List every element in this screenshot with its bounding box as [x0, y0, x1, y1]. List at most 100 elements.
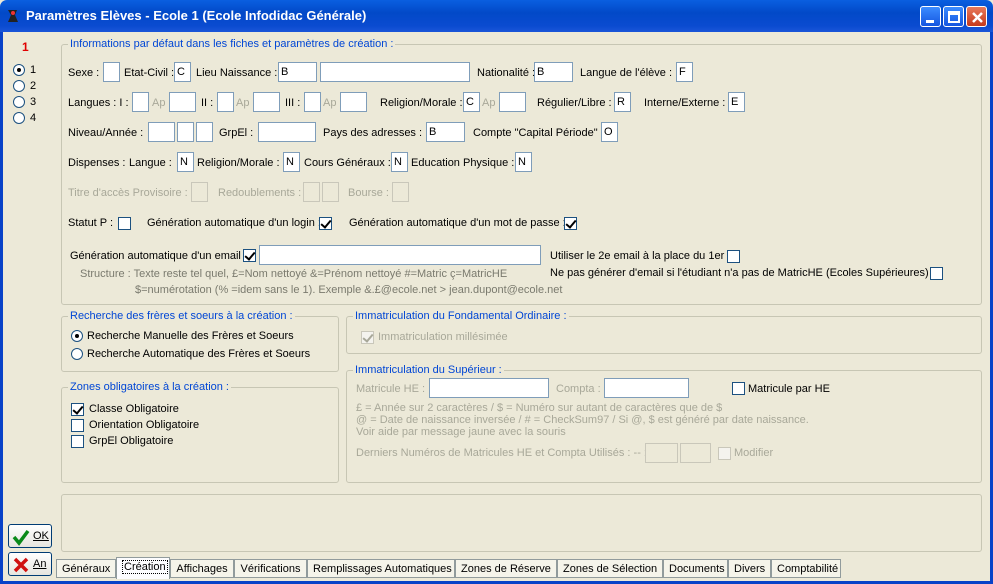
- etat-civil-field[interactable]: C: [174, 62, 191, 82]
- tab-label: Création: [122, 560, 168, 574]
- compta-field[interactable]: [604, 378, 689, 398]
- gen-mdp-label: Génération automatique d'un mot de passe…: [349, 217, 566, 229]
- tab-affichages[interactable]: Affichages: [170, 559, 234, 578]
- gen-mdp-checkbox[interactable]: [564, 217, 577, 230]
- tab-generaux[interactable]: Généraux: [56, 559, 116, 578]
- matricule-par-he-checkbox[interactable]: [732, 382, 745, 395]
- cancel-button[interactable]: An: [8, 552, 52, 576]
- tab-label: Zones de Sélection: [563, 563, 658, 575]
- sexe-field[interactable]: [103, 62, 120, 82]
- tab-comptabilite[interactable]: Comptabilité: [771, 559, 841, 578]
- grpel-obligatoire-label: GrpEl Obligatoire: [89, 435, 174, 447]
- niveau-field-2[interactable]: [177, 122, 194, 142]
- pays-field[interactable]: B: [426, 122, 465, 142]
- radio-1[interactable]: [13, 64, 25, 76]
- bourse-label: Bourse :: [348, 187, 389, 199]
- orientation-obligatoire-checkbox[interactable]: [71, 419, 84, 432]
- langue-eleve-label: Langue de l'élève :: [580, 67, 673, 79]
- orientation-obligatoire-label: Orientation Obligatoire: [89, 419, 200, 431]
- gen-login-checkbox[interactable]: [319, 217, 332, 230]
- religion-field[interactable]: C: [463, 92, 480, 112]
- langue-3-field[interactable]: [304, 92, 321, 112]
- langue-2-ap-field[interactable]: [253, 92, 280, 112]
- niveau-field-1[interactable]: [148, 122, 175, 142]
- langue-1-field[interactable]: [132, 92, 149, 112]
- title-bar[interactable]: Paramètres Elèves - Ecole 1 (Ecole Infod…: [0, 0, 993, 32]
- langue-3-ap-field[interactable]: [340, 92, 367, 112]
- grpel-obligatoire-checkbox[interactable]: [71, 435, 84, 448]
- tab-label: Remplissages Automatiques: [313, 563, 452, 575]
- langue-1-ap-field[interactable]: [169, 92, 196, 112]
- tab-documents[interactable]: Documents: [663, 559, 728, 578]
- radio-3[interactable]: [13, 96, 25, 108]
- gen-email-checkbox[interactable]: [243, 249, 256, 262]
- religion-ap-label: Ap: [482, 97, 496, 109]
- close-button[interactable]: [966, 6, 987, 27]
- tab-label: Généraux: [62, 563, 111, 575]
- matricule-he-label: Matricule HE :: [356, 383, 426, 395]
- derniers-label: Derniers Numéros de Matricules HE et Com…: [356, 447, 647, 459]
- sup-help-1: £ = Année sur 2 caractères / $ = Numéro …: [356, 402, 723, 414]
- tab-zones-reserve[interactable]: Zones de Réserve: [455, 559, 557, 578]
- nationalite-field[interactable]: B: [534, 62, 573, 82]
- window-title: Paramètres Elèves - Ecole 1 (Ecole Infod…: [26, 8, 367, 23]
- tab-zones-selection[interactable]: Zones de Sélection: [557, 559, 663, 578]
- radio-4[interactable]: [13, 112, 25, 124]
- dispense-cours-field[interactable]: N: [391, 152, 408, 172]
- radio-4-label: 4: [30, 112, 37, 124]
- dispense-langue-field[interactable]: N: [177, 152, 194, 172]
- classe-obligatoire-checkbox[interactable]: [71, 403, 84, 416]
- dispense-educ-field[interactable]: N: [515, 152, 532, 172]
- nationalite-label: Nationalité :: [477, 67, 536, 79]
- etat-civil-label: Etat-Civil :: [124, 67, 175, 79]
- use-2e-email-checkbox[interactable]: [727, 250, 740, 263]
- langue-1-ap-label: Ap: [152, 97, 166, 109]
- ok-button[interactable]: OK: [8, 524, 52, 548]
- sup-help-3: Voir aide par message jaune avec la sour…: [356, 426, 566, 438]
- tab-label: Documents: [669, 563, 725, 575]
- message-panel: [61, 494, 982, 552]
- dernier-he-field[interactable]: [645, 443, 678, 463]
- dispense-religion-field[interactable]: N: [283, 152, 300, 172]
- record-number: 1: [22, 40, 29, 54]
- tab-label: Affichages: [176, 563, 228, 575]
- maximize-button[interactable]: [943, 6, 964, 27]
- millesime-checkbox[interactable]: [361, 331, 374, 344]
- freres-auto-label: Recherche Automatique des Frères et Soeu…: [87, 348, 311, 360]
- info-group: Informations par défaut dans les fiches …: [61, 38, 982, 305]
- lieu-naissance-code-field[interactable]: B: [278, 62, 317, 82]
- email-structure-field[interactable]: [259, 245, 541, 265]
- redoublements-label: Redoublements :: [218, 187, 302, 199]
- statut-p-checkbox[interactable]: [118, 217, 131, 230]
- bourse-field[interactable]: [392, 182, 409, 202]
- tab-divers[interactable]: Divers: [728, 559, 771, 578]
- minimize-button[interactable]: [920, 6, 941, 27]
- lieu-naissance-text-field[interactable]: [320, 62, 470, 82]
- freres-group: Recherche des frères et soeurs à la créa…: [61, 310, 339, 372]
- compte-field[interactable]: O: [601, 122, 618, 142]
- langue-eleve-field[interactable]: F: [676, 62, 693, 82]
- no-email-checkbox[interactable]: [930, 267, 943, 280]
- redoublements-field-1[interactable]: [303, 182, 320, 202]
- tab-remplissages[interactable]: Remplissages Automatiques: [307, 559, 455, 578]
- matricule-he-field[interactable]: [429, 378, 549, 398]
- matricule-par-he-label: Matricule par HE: [748, 383, 830, 395]
- tab-verifications[interactable]: Vérifications: [234, 559, 307, 578]
- titre-acces-field[interactable]: [191, 182, 208, 202]
- religion-ap-field[interactable]: [499, 92, 526, 112]
- no-email-label: Ne pas générer d'email si l'étudiant n'a…: [550, 267, 935, 279]
- freres-auto-radio[interactable]: [71, 348, 83, 360]
- interne-field[interactable]: E: [728, 92, 745, 112]
- tab-creation[interactable]: Création: [116, 557, 170, 579]
- redoublements-field-2[interactable]: [322, 182, 339, 202]
- freres-manual-radio[interactable]: [71, 330, 83, 342]
- compte-label: Compte "Capital Période" :: [473, 127, 604, 139]
- dernier-compta-field[interactable]: [680, 443, 711, 463]
- modifier-checkbox[interactable]: [718, 447, 731, 460]
- langue-2-field[interactable]: [217, 92, 234, 112]
- niveau-field-3[interactable]: [196, 122, 213, 142]
- freres-group-title: Recherche des frères et soeurs à la créa…: [68, 310, 295, 322]
- grpel-field[interactable]: [258, 122, 316, 142]
- radio-2[interactable]: [13, 80, 25, 92]
- regulier-field[interactable]: R: [614, 92, 631, 112]
